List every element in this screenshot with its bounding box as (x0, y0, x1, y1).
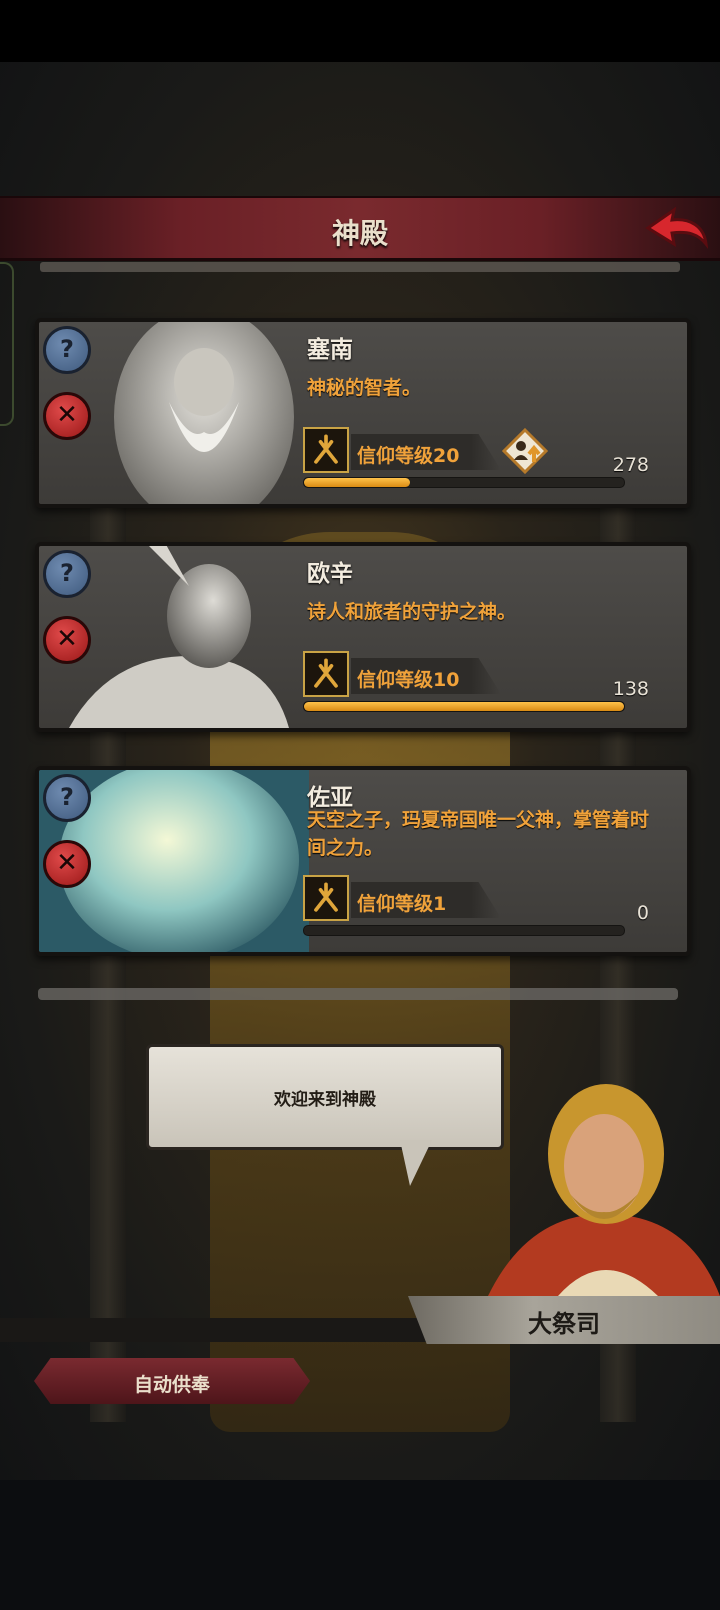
speech-bubble: 欢迎来到神殿 (146, 1044, 504, 1150)
back-arrow-icon[interactable] (644, 204, 710, 254)
god-description: 诗人和旅者的守护之神。 (307, 601, 517, 623)
question-icon: ? (60, 559, 74, 587)
header-bar: 神殿 (0, 196, 720, 261)
close-icon: ✕ (56, 848, 78, 878)
faith-progress-fill (304, 702, 624, 711)
god-card[interactable]: ? ✕ 欧辛 诗人和旅者的守护之神。 信仰等级10 138 (35, 542, 691, 732)
faith-rune-icon (303, 427, 349, 473)
god-card[interactable]: ? ✕ 佐亚 天空之子，玛夏帝国唯一父神，掌管着时间之力。 信仰等级1 0 (35, 766, 691, 956)
help-button[interactable]: ? (43, 774, 91, 822)
question-icon: ? (60, 335, 74, 363)
god-card[interactable]: ? ✕ 塞南 神秘的智者。 信仰等级20 278 (35, 318, 691, 508)
list-top-edge (40, 262, 680, 272)
top-bar (0, 0, 720, 62)
faith-points: 278 (612, 454, 649, 476)
speech-bubble-tail (400, 1140, 432, 1186)
auto-offering-button[interactable]: 自动供奉 (34, 1358, 310, 1404)
auto-offering-label: 自动供奉 (133, 1374, 210, 1396)
npc-name: 大祭司 (528, 1310, 600, 1338)
bottom-bar (0, 1480, 720, 1610)
close-icon: ✕ (56, 400, 78, 430)
remove-button[interactable]: ✕ (43, 392, 91, 440)
faith-points: 138 (612, 678, 649, 700)
faith-level: 信仰等级1 (357, 893, 447, 915)
page-title: 神殿 (331, 217, 388, 250)
dialog-text: 欢迎来到神殿 (274, 1090, 376, 1110)
help-button[interactable]: ? (43, 326, 91, 374)
close-icon: ✕ (56, 624, 78, 654)
faith-points: 0 (636, 902, 649, 924)
faith-rune-icon (303, 875, 349, 921)
faith-progress-fill (304, 478, 410, 487)
next-card-peek (38, 988, 678, 1000)
high-priest-portrait (488, 1084, 720, 1296)
remove-button[interactable]: ✕ (43, 840, 91, 888)
remove-button[interactable]: ✕ (43, 616, 91, 664)
faith-level: 信仰等级10 (357, 669, 460, 691)
god-description: 天空之子，玛夏帝国唯一父神，掌管着时间之力。 (307, 809, 650, 859)
help-button[interactable]: ? (43, 550, 91, 598)
god-name: 塞南 (307, 337, 353, 363)
faith-rune-icon (303, 651, 349, 697)
faith-progress-bar (303, 477, 625, 488)
faith-level: 信仰等级20 (357, 445, 460, 467)
faith-progress-bar (303, 925, 625, 936)
god-name: 欧辛 (307, 561, 353, 587)
faith-progress-bar (303, 701, 625, 712)
level-up-icon[interactable] (502, 428, 548, 474)
side-drawer-handle[interactable] (0, 262, 14, 426)
question-icon: ? (60, 783, 74, 811)
god-description: 神秘的智者。 (307, 377, 422, 399)
